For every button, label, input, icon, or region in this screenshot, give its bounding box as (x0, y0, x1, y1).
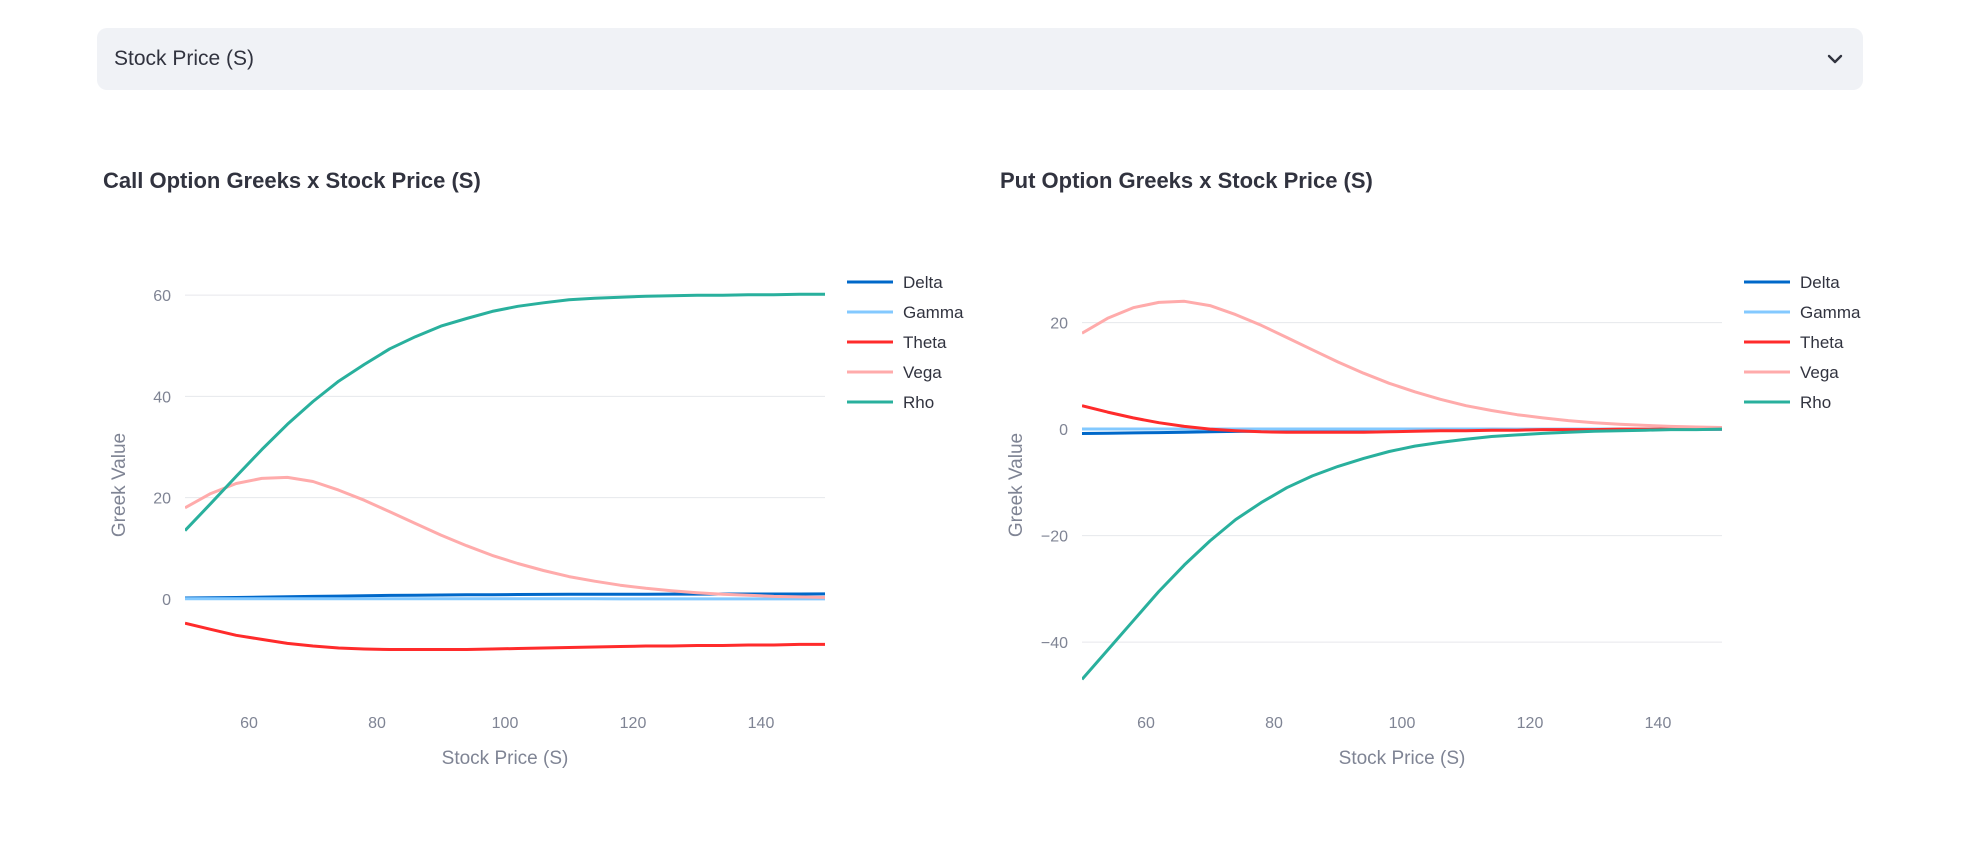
y-axis-title: Greek Value (1006, 433, 1027, 537)
x-axis-title: Stock Price (S) (442, 748, 569, 769)
stock-price-select[interactable]: Stock Price (S) (97, 28, 1863, 90)
select-value: Stock Price (S) (114, 47, 255, 70)
series-line-rho (185, 292, 825, 532)
x-tick-label: 100 (492, 715, 519, 732)
legend-label-rho: Rho (1800, 393, 1831, 412)
x-tick-label: 120 (620, 715, 647, 732)
y-tick-label: 20 (153, 491, 171, 508)
chevron-down-icon (1827, 54, 1843, 64)
call-greeks-chart: Call Option Greeks x Stock Price (S) 0 20… (103, 150, 1003, 790)
x-axis-title: Stock Price (S) (1339, 748, 1466, 769)
legend-label-gamma: Gamma (1800, 303, 1861, 322)
put-greeks-chart: Put Option Greeks x Stock Price (S) −40−… (1000, 150, 1900, 790)
y-tick-label: −40 (1041, 635, 1068, 652)
series-line-vega (185, 475, 825, 599)
call-greeks-plot: 0 20 40 60 60 80 100 120 140 Stock Price (S) Greek… (109, 273, 964, 769)
legend-label-vega: Vega (903, 363, 942, 382)
x-tick-label: 80 (1265, 715, 1283, 732)
legend-label-theta: Theta (1800, 333, 1844, 352)
legend-label-rho: Rho (903, 393, 934, 412)
x-tick-label: 120 (1517, 715, 1544, 732)
legend-label-delta: Delta (1800, 273, 1840, 292)
series-line-vega (1082, 299, 1722, 429)
x-tick-label: 60 (240, 715, 258, 732)
legend-label-gamma: Gamma (903, 303, 964, 322)
y-tick-label: −20 (1041, 529, 1068, 546)
put-greeks-plot: −40 −20 0 20 60 80 100 120 140 Stock Price (S) Gre… (1006, 273, 1861, 769)
y-tick-label: 0 (162, 592, 171, 609)
y-tick-label: 60 (153, 288, 171, 305)
legend-label-vega: Vega (1800, 363, 1839, 382)
x-tick-label: 60 (1137, 715, 1155, 732)
x-tick-label: 100 (1389, 715, 1416, 732)
series-line-theta (185, 621, 825, 651)
legend-label-theta: Theta (903, 333, 947, 352)
y-tick-label: 40 (153, 389, 171, 406)
x-tick-label: 140 (1645, 715, 1672, 732)
legend-label-delta: Delta (903, 273, 943, 292)
x-tick-label: 80 (368, 715, 386, 732)
y-tick-label: 20 (1050, 316, 1068, 333)
y-axis-title: Greek Value (109, 433, 130, 537)
x-tick-label: 140 (748, 715, 775, 732)
y-tick-label: 0 (1059, 422, 1068, 439)
